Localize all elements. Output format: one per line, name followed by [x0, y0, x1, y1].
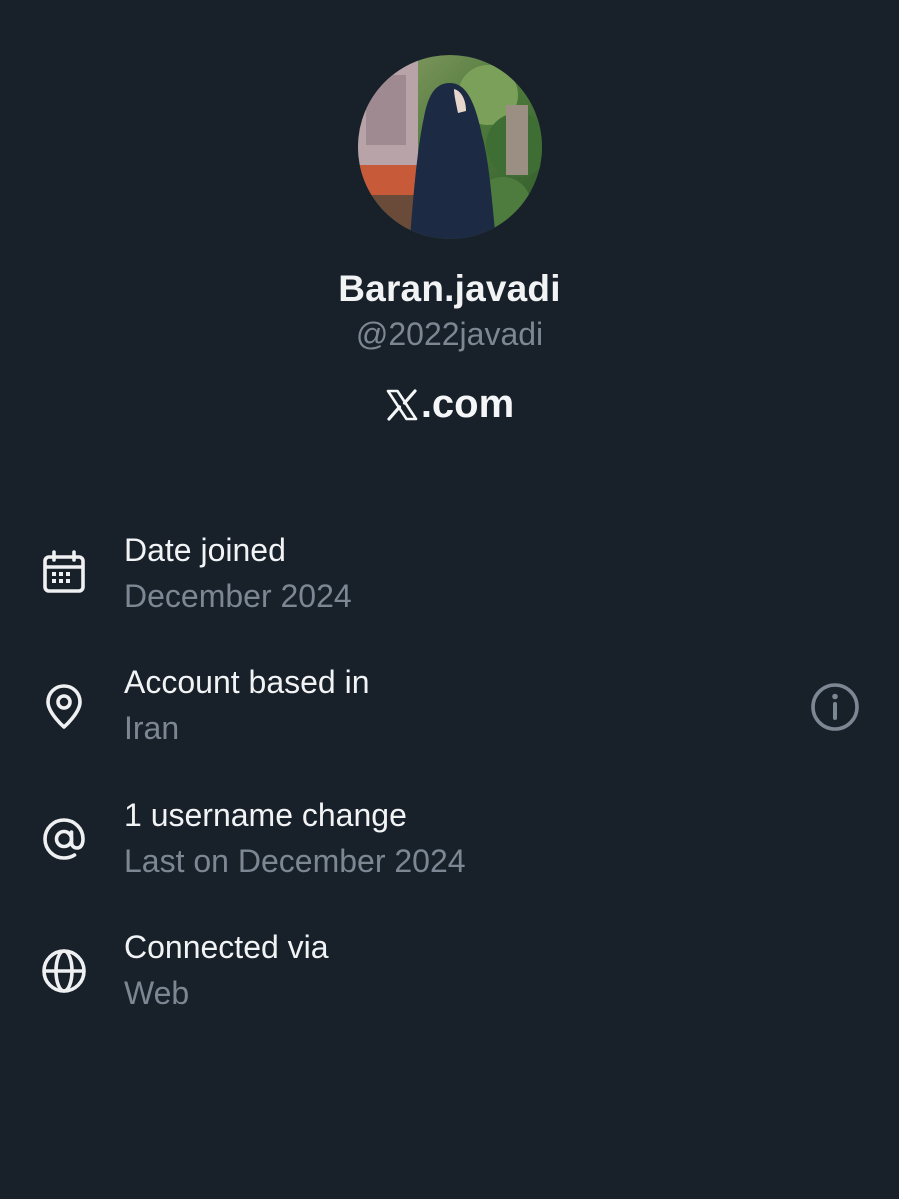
detail-value: Last on December 2024: [124, 843, 466, 879]
at-sign-icon: [43, 818, 85, 860]
detail-username-changes: 1 username change Last on December 2024: [0, 797, 899, 907]
globe-icon: [42, 949, 86, 993]
info-icon[interactable]: [808, 680, 862, 734]
detail-label: Account based in: [124, 664, 370, 700]
profile-photo: [358, 55, 542, 239]
detail-value: Iran: [124, 710, 180, 746]
avatar[interactable]: [358, 55, 542, 239]
detail-account-location: Account based in Iran: [0, 664, 899, 774]
detail-date-joined: Date joined December 2024: [0, 532, 899, 642]
x-logo-icon: [386, 388, 418, 421]
detail-connected-via: Connected via Web: [0, 929, 899, 1039]
username-handle: @2022javadi: [355, 316, 544, 352]
site-link: .com: [0, 382, 899, 427]
detail-label: Date joined: [124, 532, 286, 568]
detail-value: December 2024: [124, 578, 352, 614]
detail-value: Web: [124, 975, 190, 1011]
detail-label: Connected via: [124, 929, 329, 965]
display-name: Baran.javadi: [338, 268, 561, 309]
calendar-icon: [43, 550, 85, 593]
detail-label: 1 username change: [124, 797, 407, 833]
site-domain: .com: [420, 382, 515, 426]
location-pin-icon: [46, 684, 82, 729]
